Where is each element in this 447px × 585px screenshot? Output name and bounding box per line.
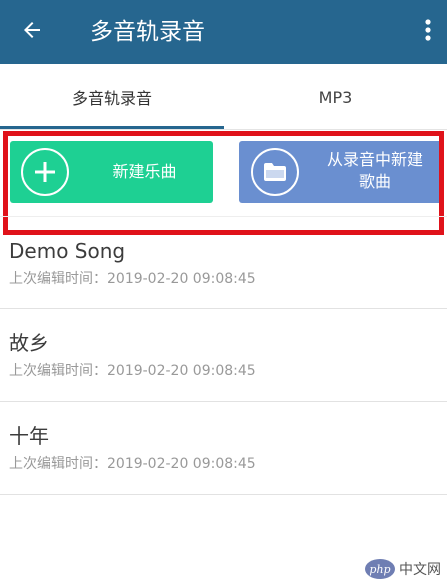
song-title: Demo Song — [9, 239, 126, 263]
song-last-edited: 上次编辑时间：2019-02-20 09:08:45 — [9, 363, 256, 379]
app-bar: 多音轨录音 — [0, 0, 447, 64]
list-item[interactable]: 故乡 上次编辑时间：2019-02-20 09:08:45 — [0, 309, 447, 402]
more-vertical-icon — [425, 19, 431, 45]
tab-mp3[interactable]: MP3 — [224, 64, 447, 130]
song-title: 十年 — [9, 424, 49, 448]
song-list: Demo Song 上次编辑时间：2019-02-20 09:08:45 故乡 … — [0, 216, 447, 495]
watermark-text: 中文网 — [399, 562, 441, 578]
watermark: php 中文网 — [365, 557, 441, 581]
watermark-logo: php — [365, 559, 395, 579]
arrow-left-icon — [20, 18, 44, 46]
more-options-button[interactable] — [415, 14, 441, 50]
tab-multitrack[interactable]: 多音轨录音 — [0, 64, 224, 130]
page-title: 多音轨录音 — [90, 19, 205, 45]
list-item[interactable]: Demo Song 上次编辑时间：2019-02-20 09:08:45 — [0, 216, 447, 309]
song-title: 故乡 — [9, 331, 49, 355]
list-item[interactable]: 十年 上次编辑时间：2019-02-20 09:08:45 — [0, 402, 447, 495]
tab-indicator — [0, 126, 224, 129]
tab-bar: 多音轨录音 MP3 — [0, 64, 447, 130]
song-last-edited: 上次编辑时间：2019-02-20 09:08:45 — [9, 456, 256, 472]
back-button[interactable] — [12, 14, 52, 50]
song-last-edited: 上次编辑时间：2019-02-20 09:08:45 — [9, 271, 256, 287]
